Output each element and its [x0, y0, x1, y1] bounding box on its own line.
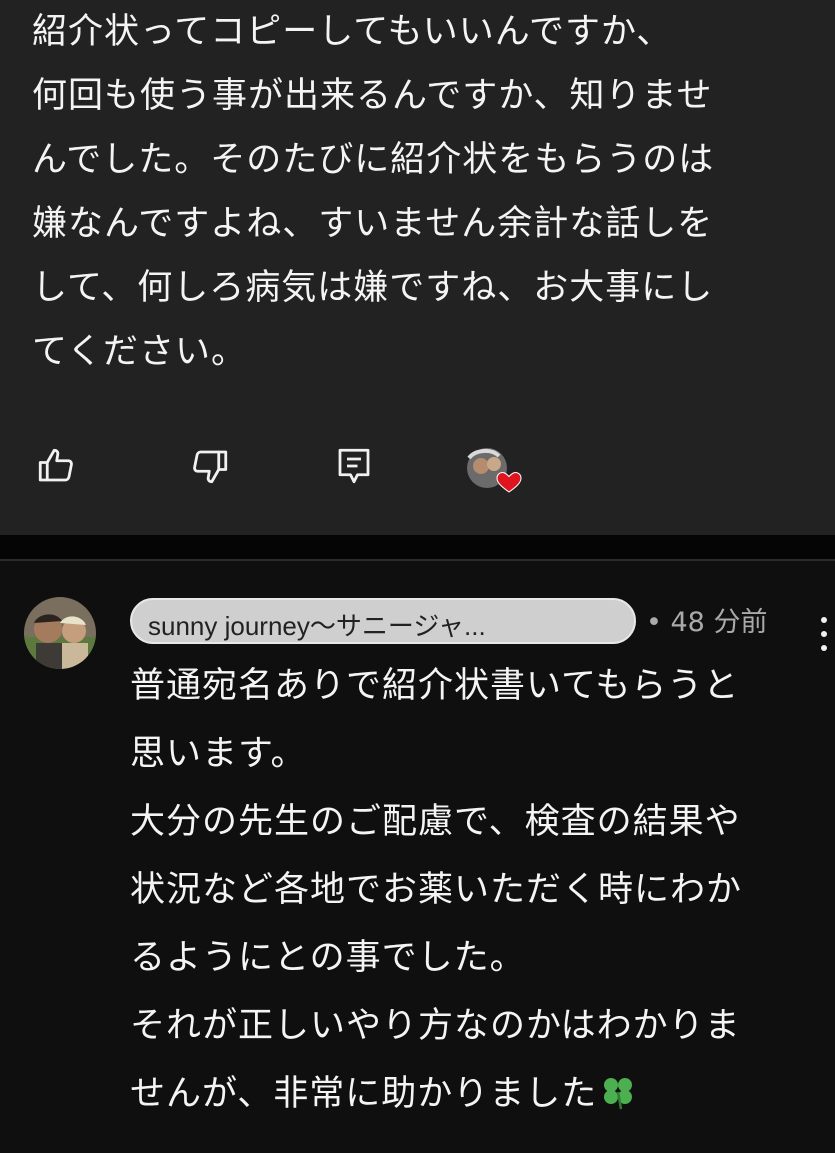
- reply-comment-icon: [338, 448, 370, 484]
- creator-heart-icon: [467, 448, 522, 493]
- avatar[interactable]: [24, 597, 96, 669]
- like-button[interactable]: [30, 440, 82, 492]
- reply-comment-body: 普通宛名ありで紹介状書いてもらうと 思います。 大分の先生のご配慮で、検査の結果…: [130, 666, 743, 1114]
- creator-heart-badge: [463, 444, 527, 496]
- previous-comment-card: 紹介状ってコピーしてもいいんですか、 何回も使う事が出来るんですか、知りませ ん…: [0, 0, 835, 535]
- comment-timestamp: • 48 分前: [646, 607, 768, 638]
- thumbs-down-icon: [193, 450, 228, 484]
- author-name-badge[interactable]: sunny journey〜サニージャ...: [130, 598, 636, 644]
- comment-divider: [0, 535, 835, 559]
- dislike-button[interactable]: [184, 440, 236, 492]
- reply-comment-text: 普通宛名ありで紹介状書いてもらうと 思います。 大分の先生のご配慮で、検査の結果…: [130, 652, 820, 1128]
- comment-action-row: [0, 440, 835, 500]
- previous-comment-text: 紹介状ってコピーしてもいいんですか、 何回も使う事が出来るんですか、知りませ ん…: [32, 12, 715, 372]
- thumbs-up-icon: [38, 448, 73, 482]
- avatar-image: [24, 597, 96, 669]
- author-name: sunny journey〜サニージャ...: [148, 611, 486, 641]
- four-leaf-clover-icon: [604, 1078, 633, 1110]
- reply-button[interactable]: [328, 440, 380, 492]
